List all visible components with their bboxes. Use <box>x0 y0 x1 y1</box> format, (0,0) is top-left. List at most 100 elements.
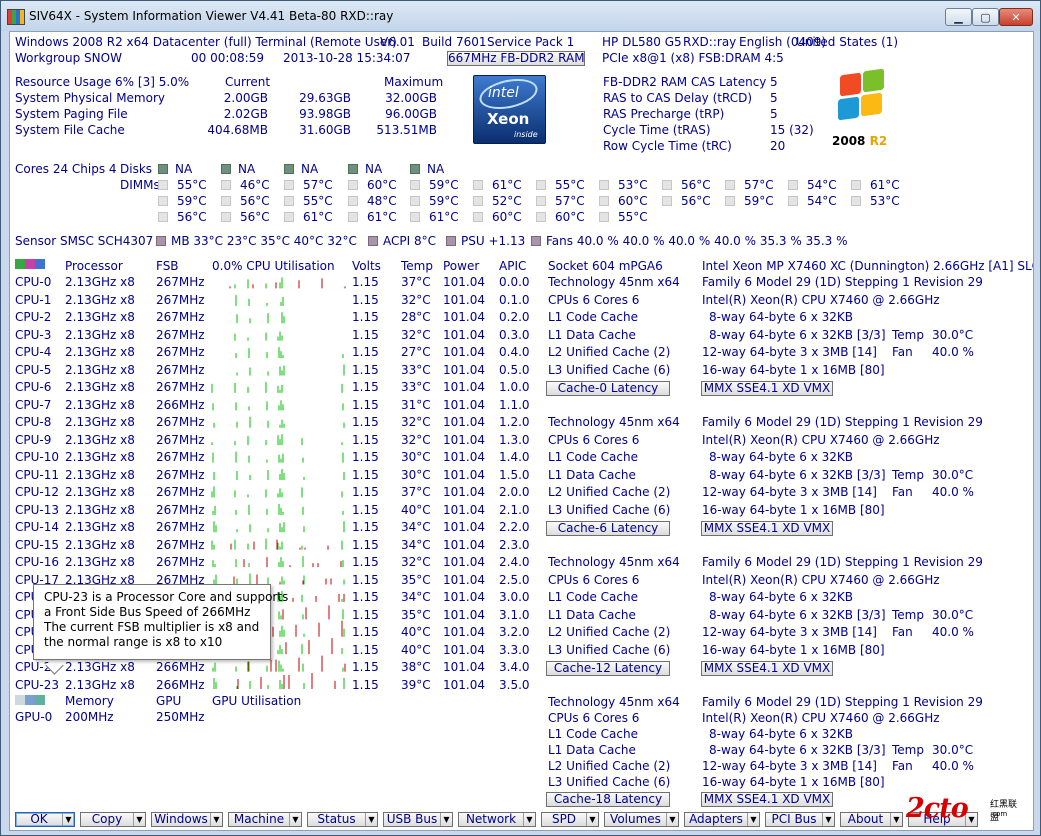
timing-value[interactable]: 20 <box>770 139 785 153</box>
usb-bus-button[interactable]: USB Bus ▼ <box>383 812 453 827</box>
l2-cache[interactable]: L2 Unified Cache (2) <box>548 345 670 359</box>
cpu-frequency[interactable]: 2.13GHz x8 <box>65 328 135 342</box>
dimm-temp[interactable]: 59°C <box>177 194 207 208</box>
cpu-brand[interactable]: Intel(R) Xeon(R) CPU X7460 @ 2.66GHz <box>702 573 940 587</box>
cpu-name[interactable]: CPU-10 <box>15 450 59 464</box>
l1-data-cache[interactable]: L1 Data Cache <box>548 743 636 757</box>
cpu-apic[interactable]: 1.4.0 <box>499 450 530 464</box>
disk-temp[interactable]: NA <box>175 162 192 176</box>
l1-data-cache[interactable]: L1 Data Cache <box>548 328 636 342</box>
dropdown-arrow-icon[interactable]: ▼ <box>666 813 678 826</box>
dimm-temp[interactable]: 57°C <box>744 178 774 192</box>
cpu-count[interactable]: CPUs 6 Cores 6 <box>548 433 639 447</box>
os-build[interactable]: Build 7601 <box>422 35 486 49</box>
pci-bus-button[interactable]: PCI Bus ▼ <box>765 812 835 827</box>
cpu-power[interactable]: 101.04 <box>443 363 485 377</box>
cpu-frequency[interactable]: 2.13GHz x8 <box>65 468 135 482</box>
cpu-volts[interactable]: 1.15 <box>352 660 379 674</box>
dimm-temp[interactable]: 46°C <box>240 178 270 192</box>
cpu-apic[interactable]: 0.5.0 <box>499 363 530 377</box>
resource-current[interactable]: 2.02GB <box>224 107 268 121</box>
cpu-count[interactable]: CPUs 6 Cores 6 <box>548 711 639 725</box>
l2-cache[interactable]: L2 Unified Cache (2) <box>548 759 670 773</box>
dimm-temp[interactable]: 61°C <box>429 210 459 224</box>
cpu-volts[interactable]: 1.15 <box>352 538 379 552</box>
l2-cache-value[interactable]: 12-way 64-byte 3 x 3MB [14] <box>702 625 877 639</box>
socket-temp[interactable]: 30.0°C <box>932 743 973 757</box>
cpu-temp[interactable]: 32°C <box>401 433 431 447</box>
windows-button[interactable]: Windows ▼ <box>151 812 223 827</box>
l2-cache[interactable]: L2 Unified Cache (2) <box>548 625 670 639</box>
resource-maximum[interactable]: 32.00GB <box>385 91 437 105</box>
resource-label[interactable]: System File Cache <box>15 123 125 137</box>
cpu-apic[interactable]: 2.3.0 <box>499 538 530 552</box>
l2-cache-value[interactable]: 12-way 64-byte 3 x 3MB [14] <box>702 485 877 499</box>
cpu-frequency[interactable]: 2.13GHz x8 <box>65 520 135 534</box>
cpu-fsb[interactable]: 267MHz <box>156 555 205 569</box>
dimm-temp[interactable]: 56°C <box>681 178 711 192</box>
resource-available[interactable]: 31.60GB <box>299 123 351 137</box>
cpu-volts[interactable]: 1.15 <box>352 485 379 499</box>
cpu-fsb[interactable]: 266MHz <box>156 660 205 674</box>
dimm-temp[interactable]: 48°C <box>367 194 397 208</box>
cpu-power[interactable]: 101.04 <box>443 538 485 552</box>
socket-type[interactable]: Socket 604 mPGA6 <box>548 259 663 273</box>
cpu-power[interactable]: 101.04 <box>443 433 485 447</box>
dimm-temp[interactable]: 60°C <box>492 210 522 224</box>
cpu-fsb[interactable]: 267MHz <box>156 415 205 429</box>
cpu-frequency[interactable]: 2.13GHz x8 <box>65 310 135 324</box>
os-info[interactable]: Windows 2008 R2 x64 Datacenter (full) Te… <box>15 35 397 49</box>
cpu-frequency[interactable]: 2.13GHz x8 <box>65 660 135 674</box>
cpu-power[interactable]: 101.04 <box>443 678 485 692</box>
cpu-volts[interactable]: 1.15 <box>352 433 379 447</box>
l3-cache-value[interactable]: 16-way 64-byte 1 x 16MB [80] <box>702 503 885 517</box>
cpu-fsb[interactable]: 267MHz <box>156 345 205 359</box>
cpu-temp[interactable]: 37°C <box>401 275 431 289</box>
cpu-temp[interactable]: 40°C <box>401 643 431 657</box>
dimm-temp[interactable]: 59°C <box>744 194 774 208</box>
cpu-count[interactable]: CPUs 6 Cores 6 <box>548 293 639 307</box>
cpu-technology[interactable]: Technology 45nm x64 <box>548 275 680 289</box>
l3-cache[interactable]: L3 Unified Cache (6) <box>548 643 670 657</box>
cpu-fsb[interactable]: 267MHz <box>156 450 205 464</box>
cpu-name[interactable]: CPU-12 <box>15 485 59 499</box>
cpu-apic[interactable]: 2.0.0 <box>499 485 530 499</box>
network-button[interactable]: Network ▼ <box>458 812 536 827</box>
socket-fan[interactable]: 40.0 % <box>932 345 974 359</box>
cpu-frequency[interactable]: 2.13GHz x8 <box>65 485 135 499</box>
psu-value[interactable]: PSU +1.13 <box>461 234 525 248</box>
cpu-apic[interactable]: 3.3.0 <box>499 643 530 657</box>
cpu-apic[interactable]: 2.5.0 <box>499 573 530 587</box>
l1-data-cache-value[interactable]: 8-way 64-byte 6 x 32KB [3/3] <box>709 328 886 342</box>
cpu-volts[interactable]: 1.15 <box>352 293 379 307</box>
l3-cache[interactable]: L3 Unified Cache (6) <box>548 775 670 789</box>
cpu-apic[interactable]: 2.2.0 <box>499 520 530 534</box>
cpu-apic[interactable]: 0.3.0 <box>499 328 530 342</box>
timing-value[interactable]: 5 <box>770 107 778 121</box>
cpu-name[interactable]: CPU-9 <box>15 433 51 447</box>
cpu-volts[interactable]: 1.15 <box>352 678 379 692</box>
l1-code-cache[interactable]: L1 Code Cache <box>548 310 638 324</box>
processor-name[interactable]: Intel Xeon MP X7460 XC (Dunnington) 2.66… <box>702 259 1033 273</box>
cpu-temp[interactable]: 30°C <box>401 450 431 464</box>
close-button[interactable]: ✕ <box>999 8 1033 26</box>
timing-label[interactable]: FB-DDR2 RAM CAS Latency <box>603 75 766 89</box>
cpu-apic[interactable]: 2.4.0 <box>499 555 530 569</box>
dimm-temp[interactable]: 55°C <box>177 178 207 192</box>
dropdown-arrow-icon[interactable]: ▼ <box>133 813 145 826</box>
dropdown-arrow-icon[interactable]: ▼ <box>586 813 598 826</box>
dimm-temp[interactable]: 60°C <box>555 210 585 224</box>
cpu-fsb[interactable]: 267MHz <box>156 433 205 447</box>
cpu-family[interactable]: Family 6 Model 29 (1D) Stepping 1 Revisi… <box>702 275 983 289</box>
cpu-volts[interactable]: 1.15 <box>352 450 379 464</box>
cpu-frequency[interactable]: 2.13GHz x8 <box>65 398 135 412</box>
cpu-frequency[interactable]: 2.13GHz x8 <box>65 450 135 464</box>
cores-chips[interactable]: Cores 24 Chips 4 <box>15 162 117 176</box>
socket-fan[interactable]: 40.0 % <box>932 485 974 499</box>
dimm-temp[interactable]: 61°C <box>367 210 397 224</box>
cpu-temp[interactable]: 40°C <box>401 503 431 517</box>
cpu-temp[interactable]: 32°C <box>401 555 431 569</box>
cpu-temp[interactable]: 34°C <box>401 590 431 604</box>
cpu-apic[interactable]: 1.3.0 <box>499 433 530 447</box>
cpu-fsb[interactable]: 267MHz <box>156 275 205 289</box>
